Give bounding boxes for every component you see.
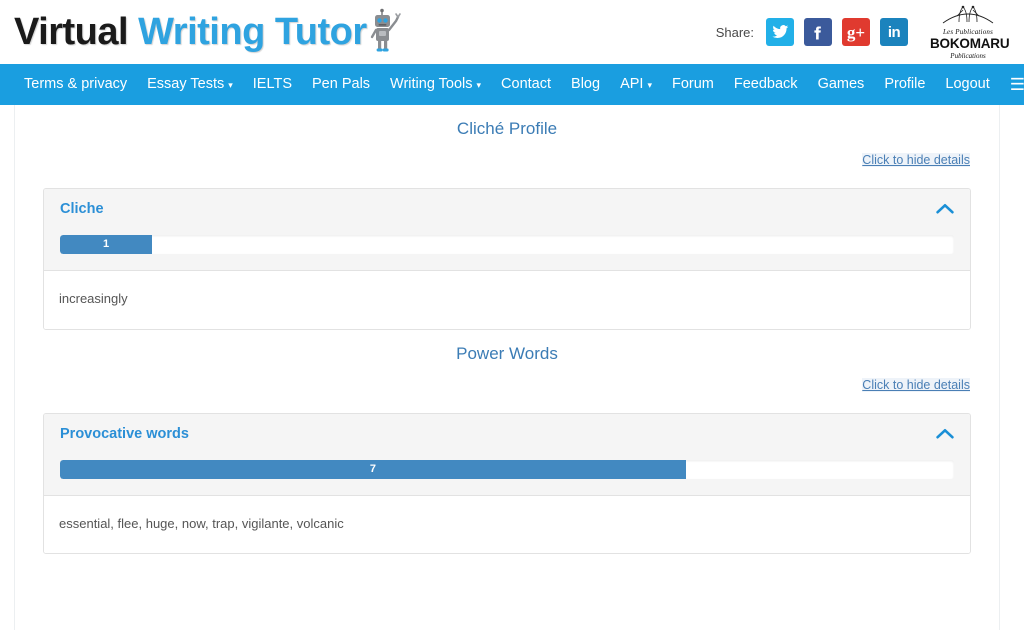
nav-item-label: Games <box>818 64 865 105</box>
nav-item-label: Logout <box>945 64 989 105</box>
nav-item-label: Writing Tools <box>390 64 472 105</box>
site-header: Virtual Writing Tutor Sha <box>0 0 1024 64</box>
bokomaru-line3: Publications <box>930 53 1006 60</box>
robot-icon <box>369 7 403 58</box>
chevron-up-icon[interactable] <box>936 427 954 443</box>
nav-item-label: Terms & privacy <box>24 64 127 105</box>
bokomaru-line1: Les Publications <box>930 29 1006 36</box>
score-progress-track: 7 <box>60 460 954 479</box>
panel-title: Cliche <box>60 202 104 217</box>
share-linkedin-button[interactable]: in <box>880 18 908 46</box>
share-facebook-button[interactable] <box>804 18 832 46</box>
hamburger-menu-icon[interactable]: ☰ <box>1000 64 1024 105</box>
panel-word-list: essential, flee, huge, now, trap, vigila… <box>44 496 970 554</box>
header-right: Share: g+ in <box>716 4 1006 60</box>
nav-item-label: Forum <box>672 64 714 105</box>
chevron-down-icon: ▾ <box>647 65 652 106</box>
result-panel: Cliche 1 increasingly <box>43 188 971 330</box>
panel-header: Cliche 1 <box>44 189 970 271</box>
nav-item-logout[interactable]: Logout <box>935 64 999 105</box>
nav-item-label: API <box>620 64 643 105</box>
nav-item-writing-tools[interactable]: Writing Tools▾ <box>380 64 491 105</box>
panel-header: Provocative words 7 <box>44 414 970 496</box>
panel-title: Provocative words <box>60 427 189 442</box>
nav-item-ielts[interactable]: IELTS <box>243 64 302 105</box>
toggle-details-link[interactable]: Click to hide details <box>862 153 970 167</box>
nav-item-feedback[interactable]: Feedback <box>724 64 808 105</box>
facebook-icon <box>809 23 827 41</box>
nav-item-label: Feedback <box>734 64 798 105</box>
toggle-link-row: Click to hide details <box>43 364 971 394</box>
share-googleplus-button[interactable]: g+ <box>842 18 870 46</box>
nav-item-label: Pen Pals <box>312 64 370 105</box>
nav-item-profile[interactable]: Profile <box>874 64 935 105</box>
toggle-link-row: Click to hide details <box>43 139 971 169</box>
logo-text-part2: Writing Tutor <box>138 11 366 53</box>
nav-item-blog[interactable]: Blog <box>561 64 610 105</box>
nav-item-label: IELTS <box>253 64 292 105</box>
linkedin-icon: in <box>888 25 900 40</box>
section-title: Power Words <box>43 330 971 364</box>
analysis-section: Power Words Click to hide details Provocat… <box>43 330 971 555</box>
nav-item-forum[interactable]: Forum <box>662 64 724 105</box>
bokomaru-mark-icon <box>939 11 997 28</box>
logo-text: Virtual Writing Tutor <box>14 13 367 51</box>
chevron-up-icon[interactable] <box>936 202 954 218</box>
nav-item-contact[interactable]: Contact <box>491 64 561 105</box>
bokomaru-line2: BOKOMARU <box>930 37 1006 51</box>
result-panel: Provocative words 7 essential, flee, huge,… <box>43 413 971 555</box>
nav-item-pen-pals[interactable]: Pen Pals <box>302 64 380 105</box>
score-progress-bar: 7 <box>60 460 686 479</box>
analysis-section: Cliché Profile Click to hide details Clich… <box>43 105 971 330</box>
nav-item-essay-tests[interactable]: Essay Tests▾ <box>137 64 243 105</box>
chevron-down-icon: ▾ <box>228 65 233 106</box>
section-title: Cliché Profile <box>43 105 971 139</box>
toggle-details-link[interactable]: Click to hide details <box>862 378 970 392</box>
nav-item-api[interactable]: API▾ <box>610 64 662 105</box>
panel-word-list: increasingly <box>44 271 970 329</box>
score-progress-bar: 1 <box>60 235 152 254</box>
logo-text-part1: Virtual <box>14 11 138 53</box>
score-progress-track: 1 <box>60 235 954 254</box>
content-container: Cliché Profile Click to hide details Clich… <box>14 105 1000 630</box>
chevron-down-icon: ▾ <box>477 65 482 106</box>
twitter-icon <box>771 23 789 41</box>
bokomaru-publisher-logo[interactable]: Les Publications BOKOMARU Publications <box>930 4 1006 60</box>
main-navigation: Terms & privacyEssay Tests▾IELTSPen Pals… <box>0 64 1024 105</box>
page-content: Cliché Profile Click to hide details Clich… <box>0 105 1024 630</box>
nav-item-label: Essay Tests <box>147 64 224 105</box>
nav-item-games[interactable]: Games <box>808 64 875 105</box>
nav-item-label: Contact <box>501 64 551 105</box>
share-label: Share: <box>716 25 754 40</box>
site-logo[interactable]: Virtual Writing Tutor <box>14 7 403 58</box>
google-plus-icon: g+ <box>847 24 865 41</box>
nav-item-terms-privacy[interactable]: Terms & privacy <box>14 64 137 105</box>
share-twitter-button[interactable] <box>766 18 794 46</box>
nav-item-label: Profile <box>884 64 925 105</box>
nav-item-label: Blog <box>571 64 600 105</box>
